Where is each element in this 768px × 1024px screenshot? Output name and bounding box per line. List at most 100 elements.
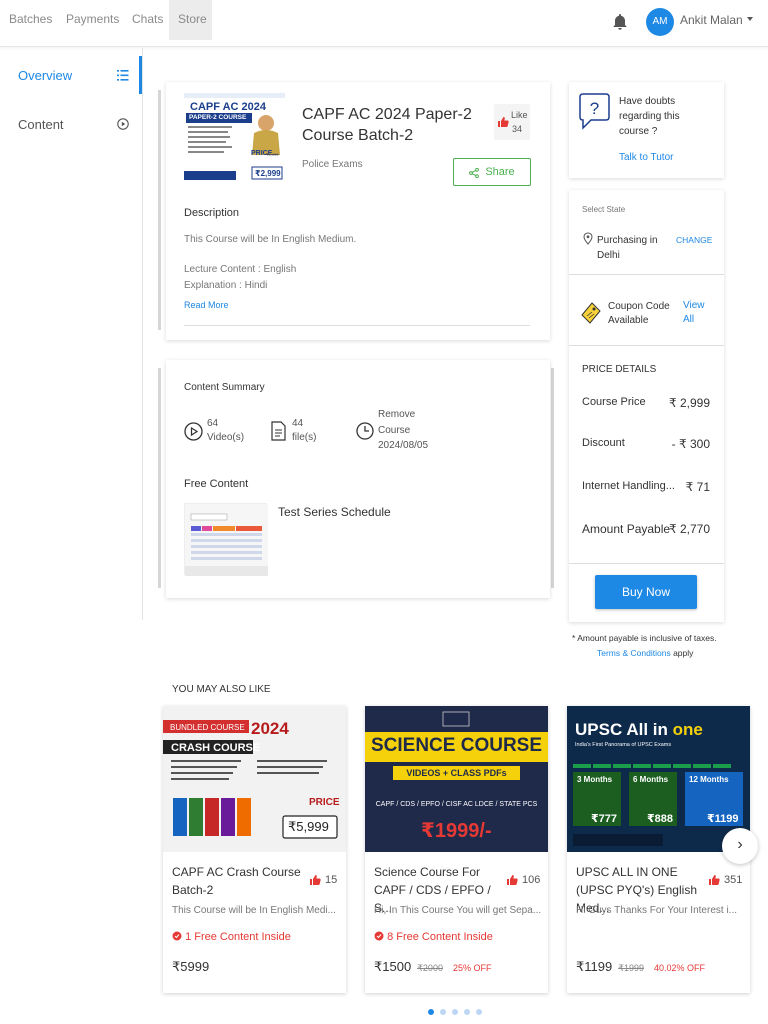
list-icon: [117, 70, 129, 81]
description-line: Lecture Content : English: [184, 264, 297, 275]
view-all-coupons-link[interactable]: View All: [683, 299, 705, 327]
thumbs-up-icon: [709, 875, 720, 885]
buy-now-button[interactable]: Buy Now: [595, 575, 697, 609]
free-content-text: 8 Free Content Inside: [387, 931, 493, 943]
tab-chats[interactable]: Chats: [132, 0, 163, 40]
doubts-line: course ?: [619, 126, 658, 137]
thumb-price: ₹2,999: [255, 169, 281, 178]
carousel-dot[interactable]: [464, 1009, 470, 1015]
free-content-badge: 8 Free Content Inside: [374, 931, 493, 943]
recommendation-card[interactable]: SCIENCE COURSE VIDEOS + CLASS PDFs CAPF …: [365, 706, 548, 993]
talk-to-tutor-link[interactable]: Talk to Tutor: [619, 152, 673, 163]
badge-icon: [374, 931, 384, 941]
carousel-dot[interactable]: [452, 1009, 458, 1015]
price-label: Amount Payable: [582, 522, 671, 536]
discount-badge: 25% OFF: [452, 963, 492, 973]
card-edge: [158, 90, 161, 330]
top-navbar: Batches Payments Chats Store AM Ankit Ma…: [0, 0, 768, 47]
avatar[interactable]: AM: [646, 8, 674, 36]
recommendation-description: This Course will be In English Medi...: [172, 905, 336, 916]
card-edge: [551, 368, 554, 588]
banner-title-highlight: one: [672, 720, 703, 739]
tab-store[interactable]: Store: [169, 0, 212, 40]
like-count: 34: [512, 124, 523, 134]
coupon-line: Coupon Code: [608, 301, 670, 312]
question-bubble-icon: ?: [579, 93, 610, 130]
recommendation-price: ₹1199 ₹1999 40.02% OFF: [576, 959, 705, 975]
free-content-thumbnail[interactable]: [184, 503, 268, 576]
banner-title: UPSC All in: [575, 720, 668, 739]
state-name: Delhi: [597, 250, 620, 261]
coupon-tag-icon: [581, 302, 601, 324]
tab-payments[interactable]: Payments: [66, 0, 119, 40]
sidebar-item-overview[interactable]: Overview: [18, 68, 72, 83]
sidebar: [0, 48, 143, 620]
files-label: file(s): [292, 432, 317, 443]
recommendation-banner: SCIENCE COURSE VIDEOS + CLASS PDFs CAPF …: [365, 706, 548, 852]
price-value: ₹ 2,999: [669, 396, 710, 410]
divider: [569, 563, 724, 564]
banner-year: 2024: [251, 719, 289, 738]
plan-duration: 3 Months: [577, 775, 613, 784]
plan-price: ₹888: [647, 813, 674, 825]
remove-course-date: 2024/08/05: [378, 440, 429, 451]
thumbs-up-icon: [507, 875, 518, 885]
play-circle-icon: [117, 118, 129, 130]
tax-note: * Amount payable is inclusive of taxes.: [572, 633, 717, 643]
description-line: This Course will be In English Medium.: [184, 234, 357, 245]
price-label: Course Price: [582, 396, 646, 408]
sidebar-item-content[interactable]: Content: [18, 117, 64, 132]
videos-label: Video(s): [207, 432, 245, 443]
recommendation-price: ₹1500 ₹2000 25% OFF: [374, 959, 491, 975]
content-summary-heading: Content Summary: [184, 382, 265, 393]
remove-course-label: Remove: [378, 409, 416, 420]
doubts-text: Have doubts regarding this course ?: [619, 94, 680, 139]
free-content-badge: 1 Free Content Inside: [172, 931, 291, 943]
plan-price: ₹777: [591, 813, 618, 825]
price-value: ₹ 2,770: [669, 522, 710, 536]
plan-duration: 12 Months: [689, 775, 729, 784]
svg-text:?: ?: [590, 99, 599, 118]
banner-text: BUNDLED COURSE: [170, 723, 245, 732]
description-line: Explanation : Hindi: [184, 280, 268, 291]
like-label: Like: [511, 110, 528, 120]
thumb-title: CAPF AC 2024: [190, 101, 267, 113]
price-label: Internet Handling...: [582, 480, 675, 492]
play-circle-icon: [184, 422, 203, 441]
price-row-payable: Amount Payable ₹ 2,770: [582, 522, 710, 536]
videos-count: 64: [207, 418, 219, 429]
share-button[interactable]: Share: [453, 158, 531, 186]
free-content-text: 1 Free Content Inside: [185, 931, 291, 943]
banner-price: ₹1999/-: [421, 820, 492, 842]
price-value: ₹ 71: [685, 480, 710, 494]
free-content-heading: Free Content: [184, 478, 249, 490]
view-all-line: View: [683, 300, 705, 311]
terms-link[interactable]: Terms & Conditions: [597, 648, 671, 658]
free-content-item[interactable]: Test Series Schedule: [278, 505, 391, 519]
doubts-line: Have doubts: [619, 96, 676, 107]
chevron-down-icon[interactable]: [747, 17, 753, 21]
like-count: 106: [522, 874, 541, 886]
carousel-next-button[interactable]: ›: [722, 828, 758, 864]
user-name[interactable]: Ankit Malan: [680, 13, 743, 27]
recommendation-card[interactable]: BUNDLED COURSE 2024 CRASH COURSE PRICE ₹…: [163, 706, 346, 993]
coupon-line: Available: [608, 315, 649, 326]
price-label: Discount: [582, 437, 625, 449]
carousel-dot[interactable]: [428, 1009, 434, 1015]
thumb-subtitle: PAPER-2 COURSE: [189, 114, 247, 121]
select-state-heading: Select State: [582, 205, 626, 214]
change-state-link[interactable]: CHANGE: [676, 235, 712, 245]
course-thumbnail[interactable]: CAPF AC 2024 PAPER-2 COURSE PRICE ₹4,999…: [184, 93, 285, 183]
price: ₹1199: [576, 959, 613, 974]
read-more-link[interactable]: Read More: [184, 300, 229, 310]
bell-icon[interactable]: [612, 13, 628, 31]
carousel-dot[interactable]: [440, 1009, 446, 1015]
carousel-dot[interactable]: [476, 1009, 482, 1015]
terms-line: Terms & Conditions apply: [597, 648, 693, 658]
recommendation-banner: BUNDLED COURSE 2024 CRASH COURSE PRICE ₹…: [163, 706, 346, 852]
price: ₹5999: [172, 959, 210, 974]
plan-price: ₹1199: [707, 813, 739, 825]
thumbs-up-icon: [310, 875, 321, 885]
tab-batches[interactable]: Batches: [9, 0, 52, 40]
course-category: Police Exams: [302, 159, 363, 170]
